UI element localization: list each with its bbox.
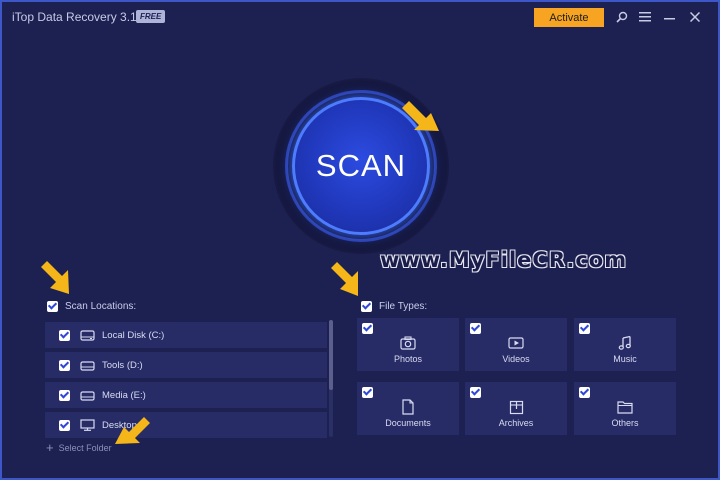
arrow-icon — [402, 101, 439, 131]
arrow-icon — [115, 417, 150, 444]
app-window: iTop Data Recovery 3.1 FREE Activate SCA… — [0, 0, 720, 480]
arrow-icon — [331, 262, 358, 296]
annotation-arrows — [41, 101, 439, 444]
arrow-icon — [41, 261, 69, 294]
